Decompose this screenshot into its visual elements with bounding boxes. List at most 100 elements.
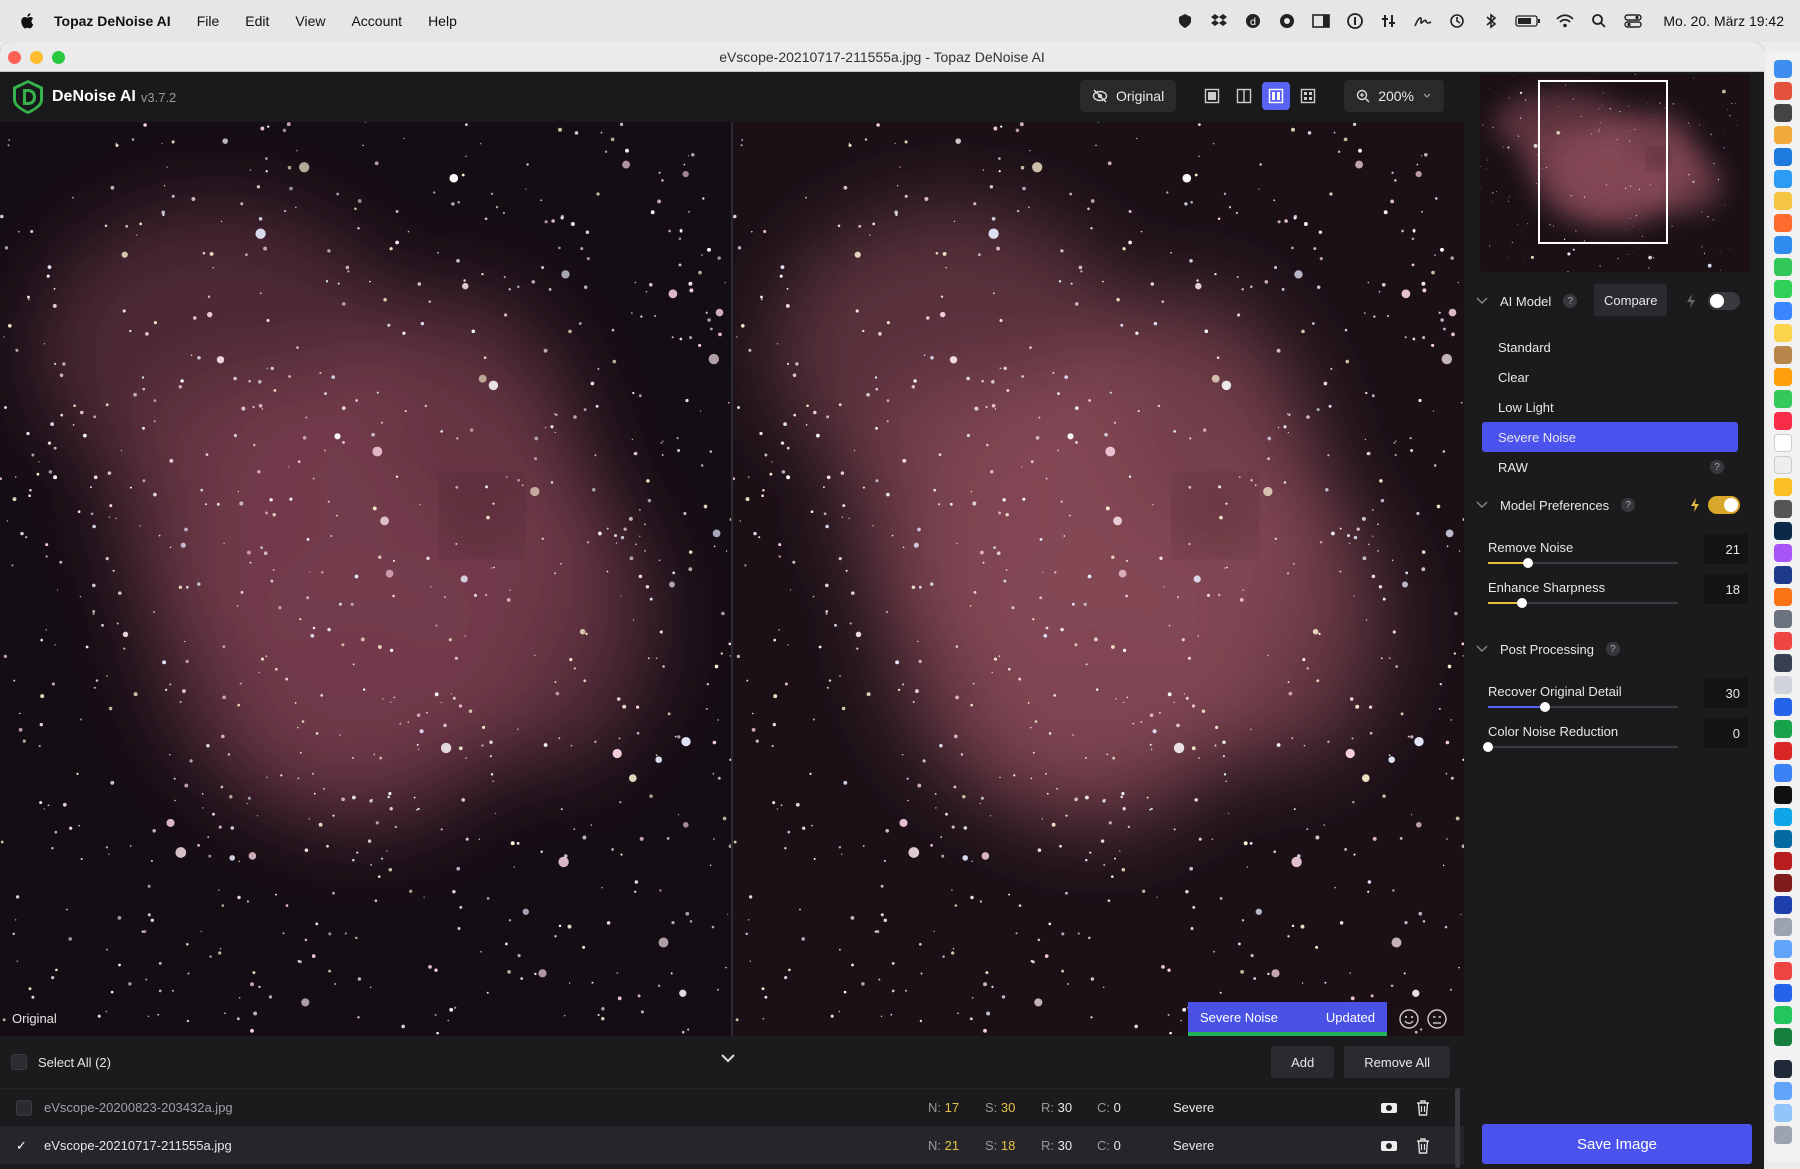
notes-dock-icon[interactable] (1774, 324, 1792, 342)
side-by-side-view-button[interactable] (1262, 82, 1291, 110)
lightroom-dock-icon[interactable] (1774, 566, 1792, 584)
auto-preferences-toggle[interactable] (1708, 496, 1740, 514)
windows-app-dock-icon[interactable] (1774, 984, 1792, 1002)
add-button[interactable]: Add (1271, 1046, 1335, 1078)
menu-file[interactable]: File (197, 13, 220, 29)
firefox-dock-icon[interactable] (1774, 214, 1792, 232)
model-clear[interactable]: Clear (1482, 362, 1738, 392)
wifi-icon[interactable] (1555, 13, 1575, 29)
music-dock-icon[interactable] (1774, 412, 1792, 430)
headset-icon[interactable] (1277, 13, 1297, 29)
quad-view-button[interactable] (1294, 82, 1322, 110)
post-processing-header[interactable]: Post Processing ? (1464, 632, 1764, 666)
vlc-dock-icon[interactable] (1774, 588, 1792, 606)
minimize-window-button[interactable] (30, 51, 43, 64)
menu-help[interactable]: Help (428, 13, 457, 29)
model-low-light[interactable]: Low Light (1482, 392, 1738, 422)
model-severe-noise[interactable]: Severe Noise (1482, 422, 1738, 452)
timemachine-icon[interactable] (1447, 13, 1467, 29)
zoom-dropdown[interactable]: 200% (1344, 80, 1444, 112)
preview-dock-icon[interactable] (1774, 610, 1792, 628)
enhance-sharpness-thumb[interactable] (1517, 598, 1528, 608)
menu-view[interactable]: View (295, 13, 325, 29)
recover-detail-track[interactable] (1488, 702, 1678, 712)
file-row[interactable]: eVscope-20200823-203432a.jpg N: 17 S: 30… (0, 1088, 1464, 1126)
topaz-dock-icon[interactable] (1774, 1006, 1792, 1024)
file-row-selected[interactable]: ✓ eVscope-20210717-211555a.jpg N: 21 S: … (0, 1126, 1464, 1164)
screens-dock-icon[interactable] (1774, 830, 1792, 848)
menubar-clock[interactable]: Mo. 20. März 19:42 (1663, 13, 1784, 29)
chrome-dock-icon[interactable] (1774, 192, 1792, 210)
chrome-canary-dock-icon[interactable] (1774, 478, 1792, 496)
help-icon[interactable]: ? (1605, 642, 1620, 656)
battery-icon[interactable] (1515, 13, 1541, 29)
mission-control-dock-icon[interactable] (1774, 104, 1792, 122)
bluetooth-icon[interactable] (1481, 13, 1501, 29)
remove-noise-thumb[interactable] (1522, 558, 1533, 568)
split-view-button[interactable] (1230, 82, 1258, 110)
navigator-thumbnail[interactable] (1480, 74, 1750, 272)
color-noise-value[interactable]: 0 (1704, 718, 1748, 748)
affinity-dock-icon[interactable] (1774, 544, 1792, 562)
terminal-dock-icon[interactable] (1774, 1060, 1792, 1078)
preview-eye-icon[interactable] (1380, 1099, 1398, 1117)
folder-dock-icon[interactable] (1774, 1104, 1792, 1122)
cloud-dock-icon[interactable] (1774, 808, 1792, 826)
calculator-dock-icon[interactable] (1774, 654, 1792, 672)
zoom-window-button[interactable] (52, 51, 65, 64)
image-preview[interactable]: Original Severe Noise Updated (0, 122, 1464, 1036)
powerpoint-dock-icon[interactable] (1774, 742, 1792, 760)
help-icon[interactable]: ? (1563, 294, 1578, 308)
enhance-sharpness-track[interactable] (1488, 598, 1678, 608)
menu-edit[interactable]: Edit (245, 13, 269, 29)
denoise-dock-icon[interactable] (1774, 1028, 1792, 1046)
mail-dock-icon[interactable] (1774, 302, 1792, 320)
save-image-button[interactable]: Save Image (1482, 1124, 1752, 1164)
file-list-scrollbar[interactable] (1455, 1088, 1460, 1168)
excel-dock-icon[interactable] (1774, 720, 1792, 738)
recover-detail-value[interactable]: 30 (1704, 678, 1748, 708)
collapse-chevron-icon[interactable] (720, 1052, 736, 1064)
textedit-dock-icon[interactable] (1774, 676, 1792, 694)
trash-dock-icon[interactable] (1774, 1126, 1792, 1144)
contacts-dock-icon[interactable] (1774, 346, 1792, 364)
select-all-checkbox[interactable] (11, 1054, 27, 1070)
calendar-dock-icon[interactable] (1774, 434, 1792, 452)
ai-model-header[interactable]: AI Model ? Compare (1464, 284, 1764, 318)
d-app-icon[interactable]: d (1243, 13, 1263, 29)
system-prefs-dock-icon[interactable] (1774, 500, 1792, 518)
preview-eye-icon[interactable] (1380, 1137, 1398, 1155)
photos-dock-icon[interactable] (1774, 632, 1792, 650)
topaz-sharpen-dock-icon[interactable] (1774, 896, 1792, 914)
launchpad-dock-icon[interactable] (1774, 82, 1792, 100)
unity-dock-icon[interactable] (1774, 786, 1792, 804)
enhance-sharpness-value[interactable]: 18 (1704, 574, 1748, 604)
messages-dock-icon[interactable] (1774, 280, 1792, 298)
close-window-button[interactable] (8, 51, 21, 64)
signature-icon[interactable] (1413, 13, 1433, 29)
apple-icon[interactable] (18, 11, 38, 31)
file-checkbox[interactable] (16, 1099, 32, 1116)
tools-icon[interactable] (1379, 13, 1399, 29)
photoshop-dock-icon[interactable] (1774, 522, 1792, 540)
trash-icon[interactable] (1414, 1137, 1432, 1155)
menu-app-name[interactable]: Topaz DeNoise AI (54, 13, 171, 29)
grid-app-dock-icon[interactable] (1774, 126, 1792, 144)
remove-noise-track[interactable] (1488, 558, 1678, 568)
model-preferences-header[interactable]: Model Preferences ? (1464, 488, 1764, 522)
utility-dock-icon[interactable] (1774, 918, 1792, 936)
tool-dock-icon[interactable] (1774, 962, 1792, 980)
smile-feedback-icon[interactable] (1398, 1008, 1420, 1030)
frown-feedback-icon[interactable] (1426, 1008, 1448, 1030)
menu-account[interactable]: Account (351, 13, 402, 29)
trash-icon[interactable] (1414, 1099, 1432, 1117)
original-preview-pane[interactable]: Original (0, 122, 731, 1036)
app-badge-dock-icon[interactable] (1774, 852, 1792, 870)
control-center-icon[interactable] (1623, 13, 1643, 29)
finder-dock-icon[interactable] (1774, 60, 1792, 78)
model-raw[interactable]: RAW? (1482, 452, 1738, 482)
single-view-button[interactable] (1198, 82, 1226, 110)
dropbox-icon[interactable] (1209, 13, 1229, 29)
safari-dock-icon[interactable] (1774, 236, 1792, 254)
topaz-gigapixel-dock-icon[interactable] (1774, 874, 1792, 892)
